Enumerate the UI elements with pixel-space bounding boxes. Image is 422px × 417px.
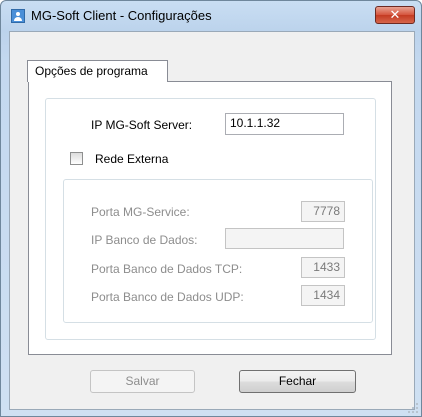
title-bar[interactable]: MG-Soft Client - Configurações ✕ bbox=[1, 1, 421, 31]
save-button[interactable]: Salvar bbox=[90, 370, 195, 393]
server-ip-value: 10.1.1.32 bbox=[230, 116, 281, 130]
server-ip-label: IP MG-Soft Server: bbox=[91, 118, 193, 132]
db-tcp-port-value: 1433 bbox=[313, 260, 340, 274]
service-port-input[interactable]: 7778 bbox=[301, 201, 345, 222]
user-icon bbox=[11, 9, 25, 23]
close-icon: ✕ bbox=[389, 8, 401, 23]
db-ip-label: IP Banco de Dados: bbox=[91, 233, 198, 247]
tab-label: Opções de programa bbox=[35, 64, 148, 78]
db-tcp-port-label: Porta Banco de Dados TCP: bbox=[91, 262, 243, 276]
resize-grip-icon[interactable] bbox=[408, 403, 418, 413]
db-udp-port-value: 1434 bbox=[313, 288, 340, 302]
service-port-label: Porta MG-Service: bbox=[91, 205, 190, 219]
external-network-label[interactable]: Rede Externa bbox=[95, 152, 168, 166]
db-tcp-port-input[interactable]: 1433 bbox=[301, 257, 345, 278]
window-title: MG-Soft Client - Configurações bbox=[31, 8, 212, 23]
tab-program-options[interactable]: Opções de programa bbox=[27, 60, 168, 82]
service-port-value: 7778 bbox=[313, 204, 340, 218]
db-udp-port-input[interactable]: 1434 bbox=[301, 285, 345, 306]
server-ip-input[interactable]: 10.1.1.32 bbox=[225, 113, 344, 135]
close-button-label: Fechar bbox=[278, 374, 317, 388]
db-udp-port-label: Porta Banco de Dados UDP: bbox=[91, 290, 244, 304]
external-network-checkbox[interactable] bbox=[70, 152, 83, 165]
save-button-label: Salvar bbox=[125, 374, 160, 388]
db-ip-input[interactable] bbox=[225, 228, 344, 249]
close-button[interactable]: Fechar bbox=[239, 370, 356, 393]
close-window-button[interactable]: ✕ bbox=[375, 6, 415, 24]
